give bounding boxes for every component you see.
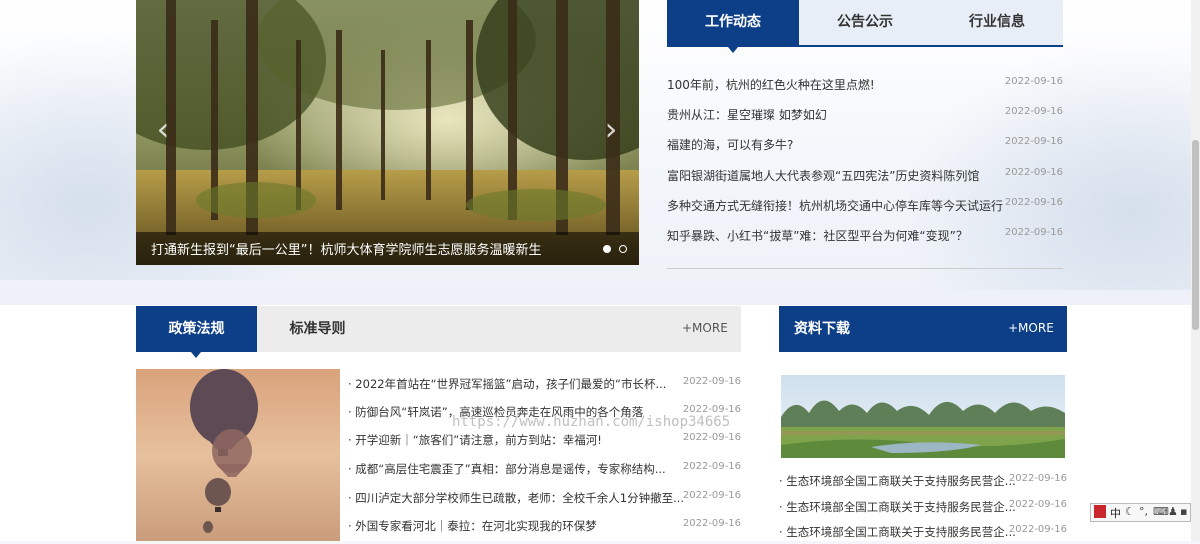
tool-icon[interactable]: ▪ bbox=[1180, 505, 1187, 518]
keyboard-icon[interactable]: ⌨ bbox=[1153, 505, 1169, 518]
moon-icon[interactable]: ☾ bbox=[1125, 505, 1135, 518]
list-item[interactable]: · 开学迎新｜“旅客们”请注意，前方到站：幸福河! 2022-09-16 bbox=[348, 432, 741, 452]
mountain-decoration-right bbox=[880, 30, 1200, 290]
punct-icon[interactable]: °, bbox=[1139, 505, 1148, 518]
policy-date: 2022-09-16 bbox=[682, 518, 741, 529]
download-title[interactable]: · 生态环境部全国工商联关于支持服务民营企... bbox=[779, 473, 1016, 489]
policy-tabs: 政策法规 标准导则 +MORE bbox=[136, 306, 741, 352]
tab-work-news[interactable]: 工作动态 bbox=[667, 0, 799, 45]
tab-announcements[interactable]: 公告公示 bbox=[799, 0, 931, 45]
landscape-photo[interactable] bbox=[781, 375, 1065, 458]
list-item[interactable]: · 成都“高层住宅震歪了”真相：部分消息是谣传，专家称结构... 2022-09… bbox=[348, 461, 741, 481]
news-title[interactable]: 多种交通方式无缝衔接！杭州机场交通中心停车库等今天试运行 bbox=[667, 197, 1003, 214]
news-date: 2022-09-16 bbox=[1004, 227, 1063, 238]
list-item[interactable]: · 生态环境部全国工商联关于支持服务民营企... 2022-09-16 bbox=[779, 499, 1067, 519]
balloon-photo[interactable] bbox=[136, 369, 340, 541]
slider-caption-bar[interactable]: 打通新生报到“最后一公里”！杭师大体育学院师生志愿服务温暖新生 bbox=[136, 232, 639, 265]
news-title[interactable]: 富阳银湖街道属地人大代表参观“五四宪法”历史资料陈列馆 bbox=[667, 167, 979, 184]
slider-next-arrow-icon[interactable]: › bbox=[599, 112, 623, 146]
tab-standards-guidelines[interactable]: 标准导则 bbox=[257, 306, 378, 352]
news-title[interactable]: 知乎暴跌、小红书“拔草”难：社区型平台为何难“变现”？ bbox=[667, 227, 968, 244]
tab-policy-regulations[interactable]: 政策法规 bbox=[136, 306, 257, 352]
balloon-image bbox=[136, 369, 340, 541]
policy-date: 2022-09-16 bbox=[682, 376, 741, 387]
news-title[interactable]: 福建的海，可以有多牛? bbox=[667, 136, 793, 153]
tab-industry-info[interactable]: 行业信息 bbox=[931, 0, 1063, 45]
downloads-title: 资料下载 bbox=[794, 321, 850, 337]
list-item[interactable]: · 四川泸定大部分学校师生已疏散，老师：全校千余人1分钟撤至... 2022-0… bbox=[348, 490, 741, 510]
ime-toolbar[interactable]: 中 ☾ °, ⌨ ♟ ▪ bbox=[1090, 503, 1191, 522]
active-tab-caret-icon bbox=[728, 47, 738, 53]
list-item[interactable]: · 2022年首站在“世界冠军摇篮”启动，孩子们最爱的“市长杯... 2022-… bbox=[348, 376, 741, 396]
policy-more-link[interactable]: +MORE bbox=[682, 321, 728, 335]
policy-title[interactable]: · 开学迎新｜“旅客们”请注意，前方到站：幸福河! bbox=[348, 432, 602, 448]
policy-title[interactable]: · 外国专家看河北｜泰拉：在河北实现我的环保梦 bbox=[348, 518, 597, 534]
policy-date: 2022-09-16 bbox=[682, 461, 741, 472]
download-date: 2022-09-16 bbox=[1008, 473, 1067, 484]
policy-date: 2022-09-16 bbox=[682, 432, 741, 443]
list-item[interactable]: 富阳银湖街道属地人大代表参观“五四宪法”历史资料陈列馆 2022-09-16 bbox=[667, 167, 1063, 187]
policy-tab-caret-icon bbox=[191, 352, 201, 358]
scrollbar-thumb[interactable] bbox=[1192, 140, 1199, 330]
list-item[interactable]: 贵州从江：星空璀璨 如梦如幻 2022-09-16 bbox=[667, 106, 1063, 126]
policy-title[interactable]: · 成都“高层住宅震歪了”真相：部分消息是谣传，专家称结构... bbox=[348, 461, 666, 477]
policy-title[interactable]: · 2022年首站在“世界冠军摇篮”启动，孩子们最爱的“市长杯... bbox=[348, 376, 666, 392]
list-item[interactable]: 多种交通方式无缝衔接！杭州机场交通中心停车库等今天试运行 2022-09-16 bbox=[667, 197, 1063, 217]
ime-mode[interactable]: 中 bbox=[1110, 505, 1121, 521]
news-date: 2022-09-16 bbox=[1004, 136, 1063, 147]
slider-prev-arrow-icon[interactable]: ‹ bbox=[151, 112, 175, 146]
slider-dot-active[interactable] bbox=[603, 245, 611, 253]
landscape-image bbox=[781, 375, 1065, 458]
slider-dot[interactable] bbox=[619, 245, 627, 253]
news-title[interactable]: 100年前，杭州的红色火种在这里点燃! bbox=[667, 76, 875, 93]
list-item[interactable]: · 外国专家看河北｜泰拉：在河北实现我的环保梦 2022-09-16 bbox=[348, 518, 741, 538]
news-tabs: 工作动态 公告公示 行业信息 bbox=[667, 0, 1063, 47]
download-date: 2022-09-16 bbox=[1008, 499, 1067, 510]
hero-slider[interactable]: 打通新生报到“最后一公里”！杭师大体育学院师生志愿服务温暖新生 bbox=[136, 0, 639, 265]
news-date: 2022-09-16 bbox=[1004, 106, 1063, 117]
news-date: 2022-09-16 bbox=[1004, 76, 1063, 87]
news-divider bbox=[667, 268, 1063, 269]
watermark: https://www.huzhan.com/ishop34665 bbox=[452, 414, 731, 430]
downloads-more-link[interactable]: +MORE bbox=[1008, 321, 1054, 335]
forest-photo bbox=[136, 0, 639, 265]
news-date: 2022-09-16 bbox=[1004, 167, 1063, 178]
list-item[interactable]: 福建的海，可以有多牛? 2022-09-16 bbox=[667, 136, 1063, 156]
download-title[interactable]: · 生态环境部全国工商联关于支持服务民营企... bbox=[779, 524, 1016, 540]
slider-caption[interactable]: 打通新生报到“最后一公里”！杭师大体育学院师生志愿服务温暖新生 bbox=[151, 239, 541, 258]
download-date: 2022-09-16 bbox=[1008, 524, 1067, 535]
news-title[interactable]: 贵州从江：星空璀璨 如梦如幻 bbox=[667, 106, 827, 123]
list-item[interactable]: · 生态环境部全国工商联关于支持服务民营企... 2022-09-16 bbox=[779, 473, 1067, 493]
downloads-header: 资料下载 +MORE bbox=[779, 306, 1067, 352]
list-item[interactable]: 100年前，杭州的红色火种在这里点燃! 2022-09-16 bbox=[667, 76, 1063, 96]
list-item[interactable]: · 生态环境部全国工商联关于支持服务民营企... 2022-09-16 bbox=[779, 524, 1067, 544]
list-item[interactable]: 知乎暴跌、小红书“拔草”难：社区型平台为何难“变现”？ 2022-09-16 bbox=[667, 227, 1063, 247]
policy-title[interactable]: · 四川泸定大部分学校师生已疏散，老师：全校千余人1分钟撤至... bbox=[348, 490, 684, 506]
user-icon[interactable]: ♟ bbox=[1168, 505, 1178, 518]
news-date: 2022-09-16 bbox=[1004, 197, 1063, 208]
ime-logo-icon[interactable] bbox=[1094, 505, 1106, 518]
policy-date: 2022-09-16 bbox=[682, 490, 741, 501]
download-title[interactable]: · 生态环境部全国工商联关于支持服务民营企... bbox=[779, 499, 1016, 515]
